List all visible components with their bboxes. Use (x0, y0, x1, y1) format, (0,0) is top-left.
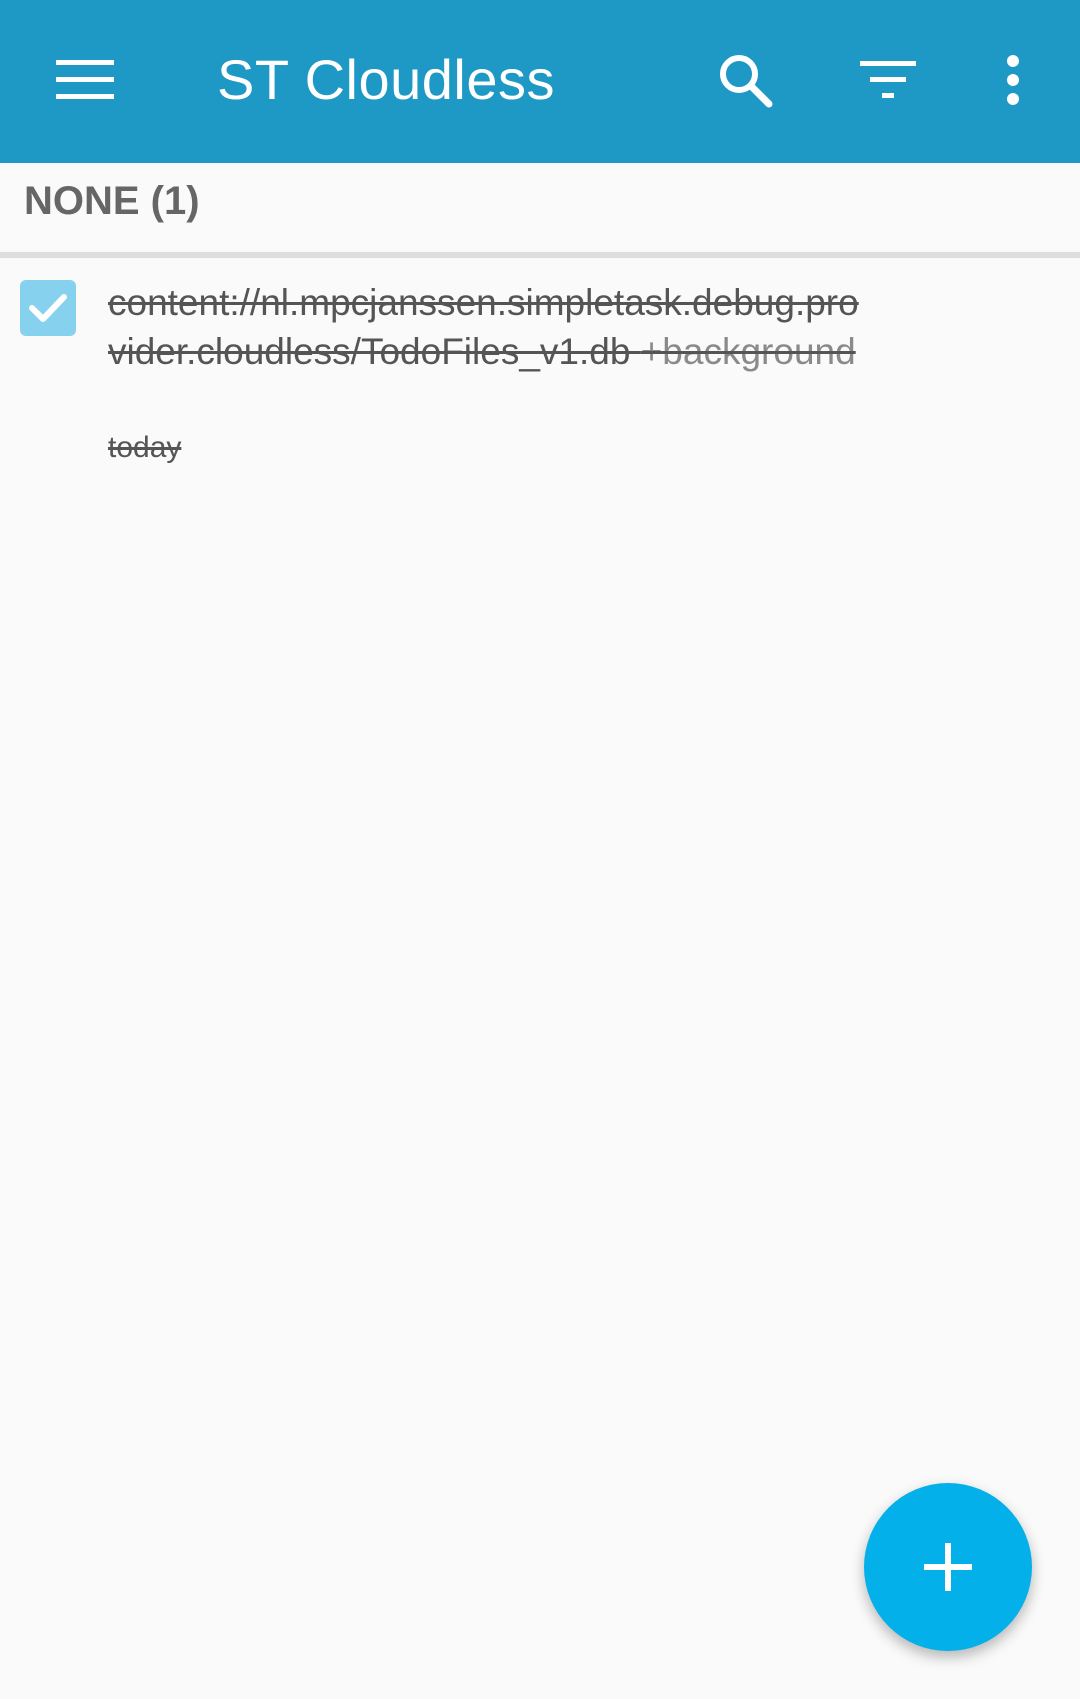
app-title: ST Cloudless (217, 48, 556, 111)
search-icon (720, 55, 773, 108)
task-item[interactable]: content://nl.mpcjanssen.simpletask.debug… (0, 258, 1080, 478)
section-header: NONE (1) (0, 163, 1080, 255)
filter-icon (860, 61, 916, 98)
app-bar: ST Cloudless (0, 0, 1080, 163)
overflow-menu-button[interactable] (988, 42, 1038, 118)
plus-icon (924, 1543, 972, 1591)
hamburger-menu-icon (56, 60, 114, 99)
search-button[interactable] (700, 42, 790, 118)
section-title: NONE (1) (24, 179, 200, 223)
task-text: content://nl.mpcjanssen.simpletask.debug… (108, 278, 868, 376)
checkmark-icon (29, 294, 67, 322)
task-checkbox[interactable] (20, 280, 76, 336)
add-task-button[interactable] (864, 1483, 1032, 1651)
filter-button[interactable] (843, 42, 933, 118)
task-tag: +background (640, 331, 856, 372)
menu-button[interactable] (40, 42, 130, 118)
task-date: today (108, 431, 182, 464)
more-vertical-icon (1007, 55, 1019, 105)
